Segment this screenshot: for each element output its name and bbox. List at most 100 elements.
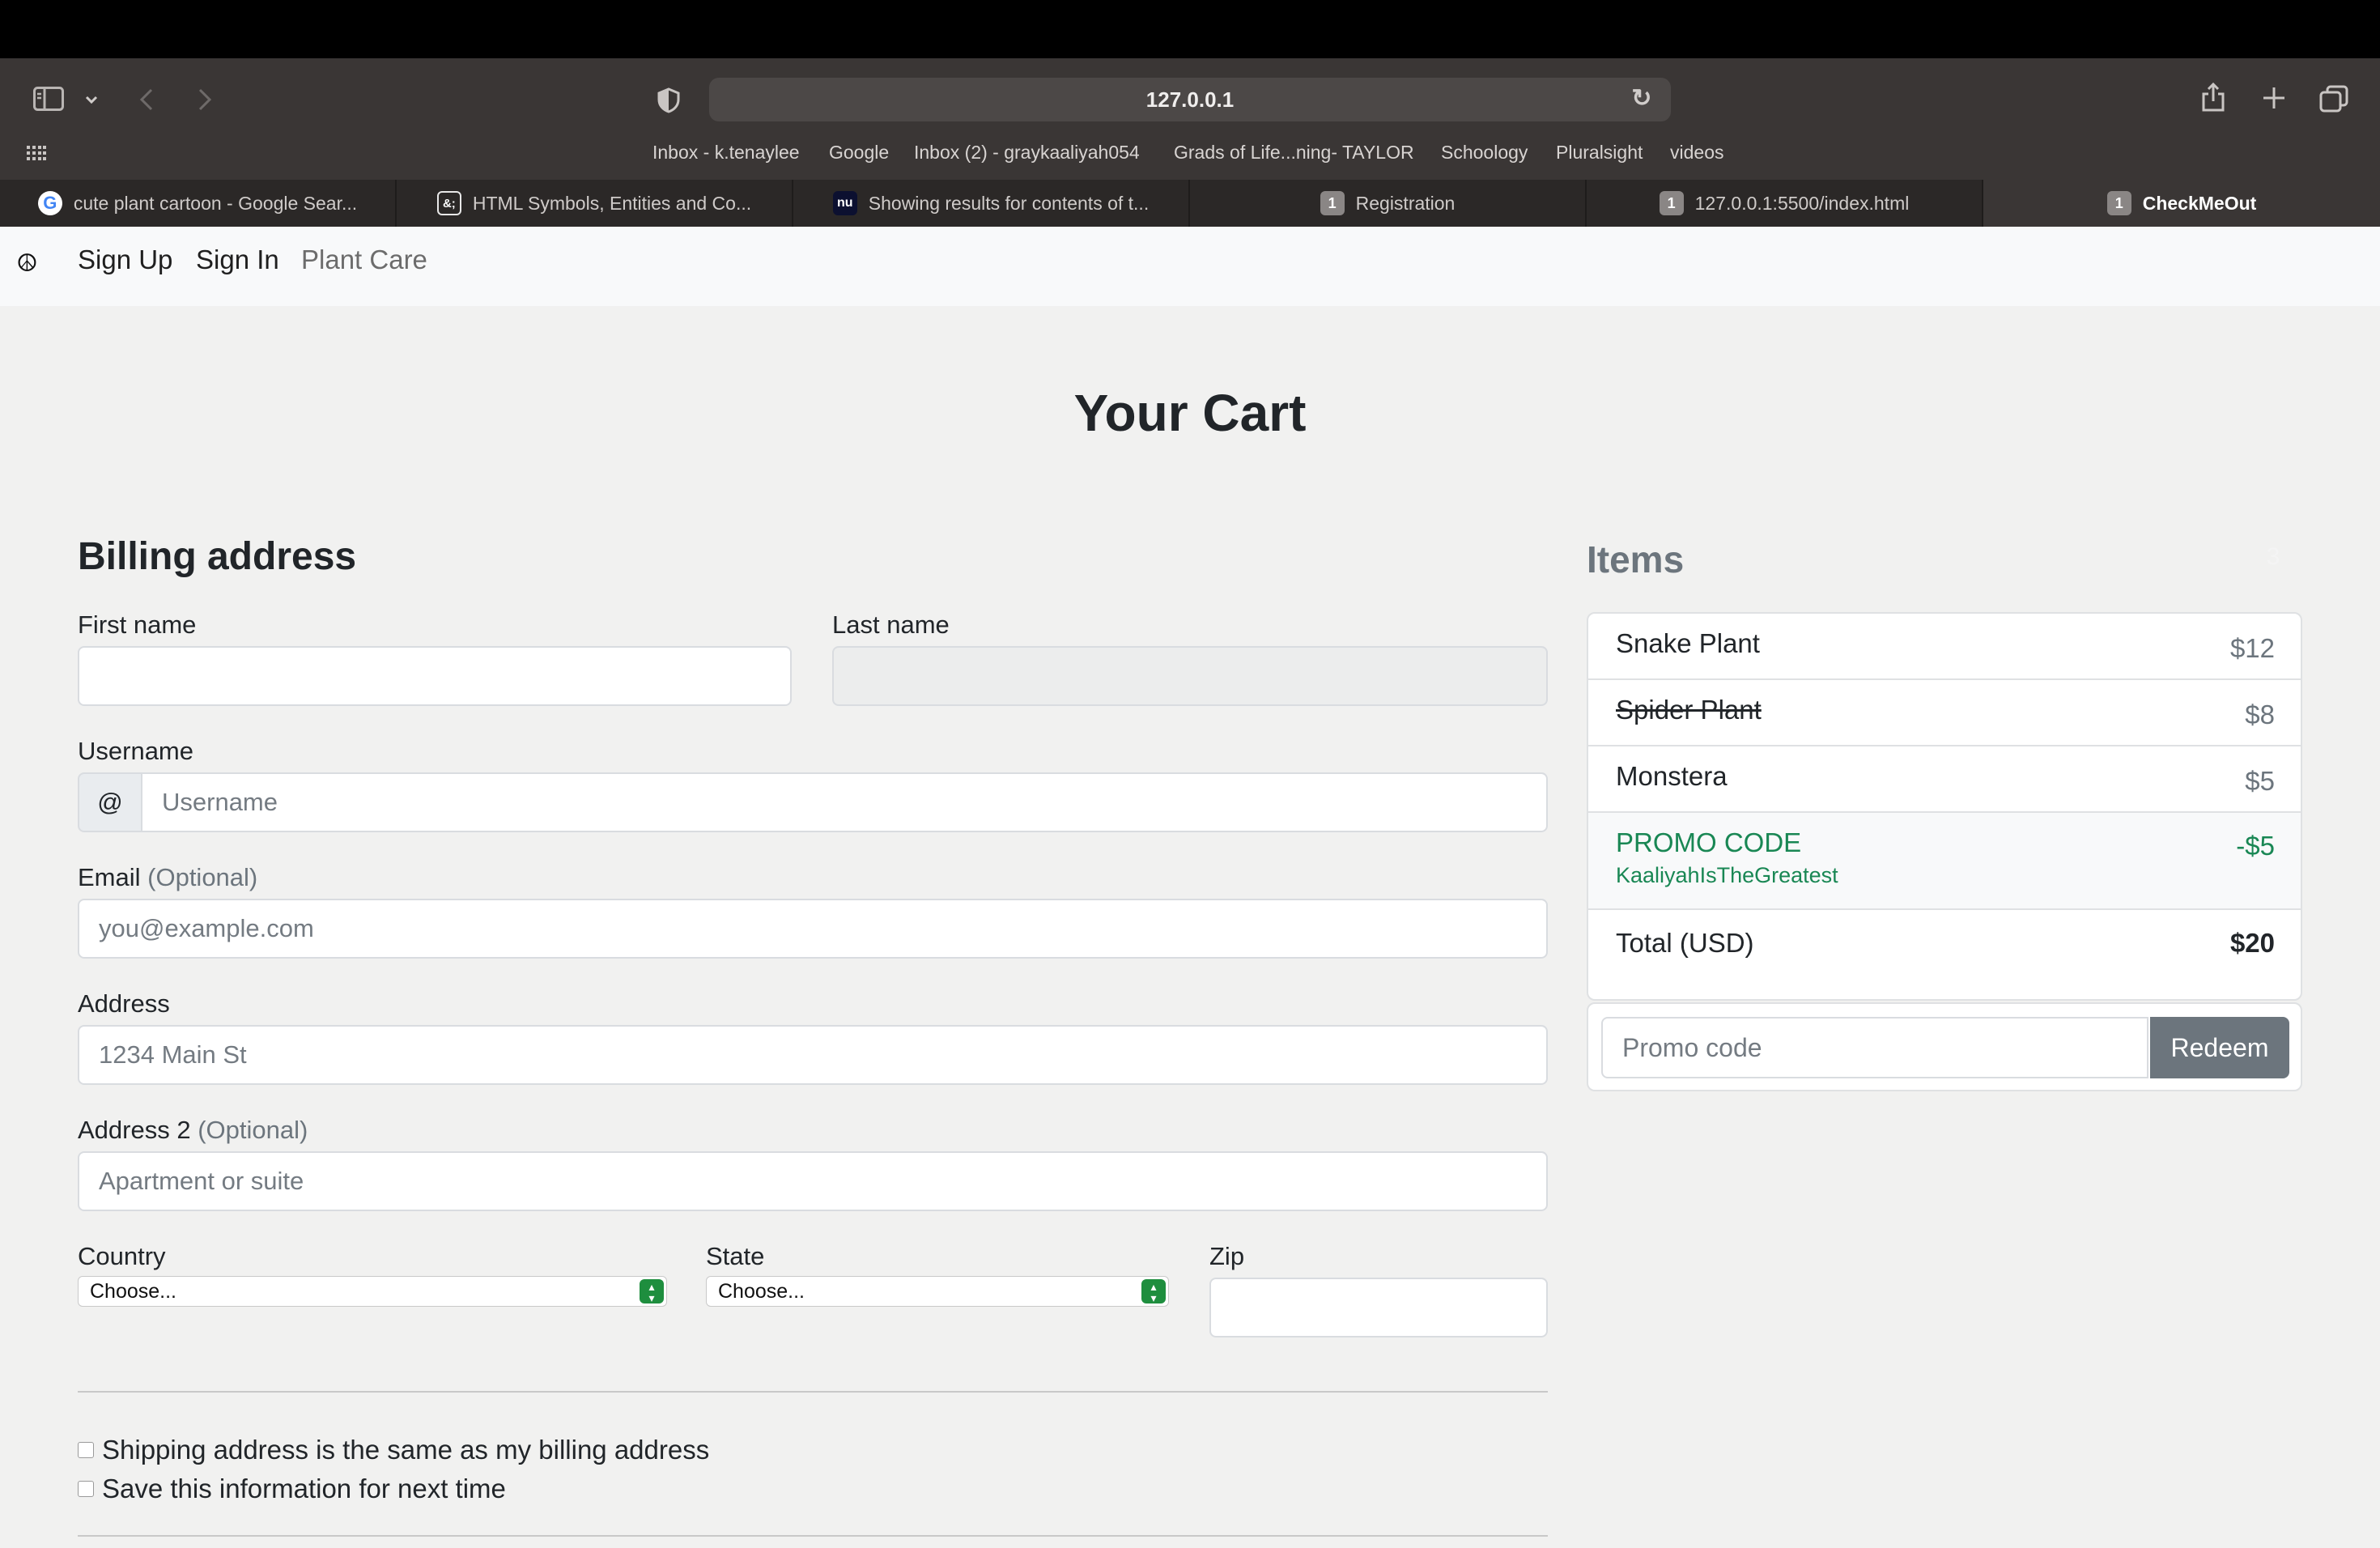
cart-item-name: Spider Plant	[1616, 695, 1762, 725]
address-text: 127.0.0.1	[1145, 87, 1235, 112]
browser-tab-active[interactable]: 1 CheckMeOut	[1983, 180, 2380, 227]
address2-field[interactable]	[78, 1151, 1548, 1211]
last-name-field[interactable]	[832, 646, 1548, 706]
save-info-label: Save this information for next time	[102, 1474, 506, 1503]
share-icon[interactable]	[2200, 81, 2226, 113]
favorite-link[interactable]: videos	[1670, 142, 1723, 164]
chevron-down-icon[interactable]	[83, 91, 100, 108]
nav-sign-in-link[interactable]: Sign In	[196, 245, 279, 275]
cart-promo-row: PROMO CODE KaaliyahIsTheGreatest -$5	[1588, 813, 2301, 910]
address-bar[interactable]: 127.0.0.1 ↻	[709, 78, 1671, 121]
tab-title: CheckMeOut	[2142, 192, 2257, 214]
page-title: Your Cart	[1073, 384, 1307, 442]
save-info-checkbox[interactable]	[78, 1481, 94, 1497]
promo-form: Redeem	[1587, 1002, 2302, 1091]
browser-tab[interactable]: 1 127.0.0.1:5500/index.html	[1587, 180, 1983, 227]
last-name-label: Last name	[832, 610, 950, 639]
divider	[78, 1535, 1548, 1537]
cart-item: Snake Plant $12	[1588, 614, 2301, 680]
reload-icon[interactable]: ↻	[1629, 86, 1655, 112]
country-selected-value: Choose...	[90, 1279, 177, 1303]
first-name-label: First name	[78, 610, 197, 639]
favorites-bar: Inbox - k.tenaylee Google Inbox (2) - gr…	[0, 142, 2380, 169]
browser-tab[interactable]: nu Showing results for contents of t...	[793, 180, 1190, 227]
state-label: State	[706, 1242, 765, 1270]
tab-title: Showing results for contents of t...	[868, 192, 1150, 214]
favorite-link[interactable]: Schoology	[1441, 142, 1528, 164]
username-prefix: @	[78, 772, 142, 832]
favorite-link[interactable]: Pluralsight	[1556, 142, 1643, 164]
total-label: Total (USD)	[1616, 928, 1754, 958]
cart-item-price: $5	[2245, 766, 2275, 796]
tab-bar: G cute plant cartoon - Google Sear... &;…	[0, 180, 2380, 227]
select-stepper-icon: ▴ ▾	[640, 1279, 664, 1303]
sidebar-toggle-icon[interactable]	[32, 84, 65, 113]
address-field[interactable]	[78, 1025, 1548, 1085]
cart-item-name: Monstera	[1616, 761, 1728, 791]
country-label: Country	[78, 1242, 166, 1270]
google-icon: G	[37, 191, 62, 215]
favorite-link[interactable]: Grads of Life...ning- TAYLOR	[1174, 142, 1414, 164]
save-info-checkbox-row[interactable]: Save this information for next time	[78, 1474, 506, 1504]
same-address-label: Shipping address is the same as my billi…	[102, 1435, 710, 1465]
same-address-checkbox-row[interactable]: Shipping address is the same as my billi…	[78, 1435, 709, 1465]
state-select[interactable]: Choose... ▴ ▾	[706, 1276, 1169, 1307]
promo-amount: -$5	[2236, 831, 2275, 861]
address-label: Address	[78, 989, 170, 1018]
username-field[interactable]	[141, 772, 1548, 832]
email-label: Email (Optional)	[78, 863, 257, 892]
new-tab-icon[interactable]	[2260, 84, 2288, 112]
cart-count-badge: 3	[2266, 543, 2280, 570]
same-address-checkbox[interactable]	[78, 1442, 94, 1458]
privacy-shield-icon[interactable]	[656, 86, 682, 115]
forward-icon[interactable]	[193, 86, 217, 113]
menu-bar	[0, 0, 2380, 58]
cart-total-row: Total (USD) $20	[1588, 910, 2301, 976]
first-name-field[interactable]	[78, 646, 792, 706]
total-amount: $20	[2229, 928, 2275, 958]
back-icon[interactable]	[134, 86, 159, 113]
browser-tab[interactable]: 1 Registration	[1190, 180, 1587, 227]
state-selected-value: Choose...	[718, 1279, 805, 1303]
ampersand-icon: &;	[436, 191, 461, 215]
nav-sign-up-link[interactable]: Sign Up	[78, 245, 172, 275]
username-label: Username	[78, 737, 193, 765]
tab-overview-icon[interactable]	[2318, 84, 2349, 113]
nav-plant-care-link[interactable]: Plant Care	[301, 245, 427, 275]
cart-item-price: $8	[2245, 700, 2275, 729]
browser-tab[interactable]: &; HTML Symbols, Entities and Co...	[397, 180, 793, 227]
cart-list: Snake Plant $12 Spider Plant $8 Monstera…	[1587, 612, 2302, 1001]
number-badge-icon: 1	[1320, 191, 1345, 215]
cart-title: Items	[1587, 538, 1685, 580]
tab-title: cute plant cartoon - Google Sear...	[73, 192, 358, 214]
favorite-link[interactable]: Google	[829, 142, 889, 164]
promo-code-input[interactable]	[1601, 1017, 2148, 1078]
email-optional-text: (Optional)	[147, 863, 258, 891]
country-select[interactable]: Choose... ▴ ▾	[78, 1276, 667, 1307]
page-content: ☮ Sign Up Sign In Plant Care Your Cart B…	[0, 227, 2380, 1548]
site-navbar: ☮ Sign Up Sign In Plant Care	[0, 227, 2380, 306]
nu-icon: nu	[832, 191, 857, 215]
peace-icon[interactable]: ☮	[16, 251, 42, 277]
address2-label: Address 2 (Optional)	[78, 1116, 308, 1145]
select-stepper-icon: ▴ ▾	[1141, 1279, 1166, 1303]
billing-title: Billing address	[78, 535, 357, 578]
cart-item-price: $12	[2229, 633, 2275, 663]
favorite-link[interactable]: Inbox (2) - graykaaliyah054	[914, 142, 1140, 164]
cart-item-name: Snake Plant	[1616, 628, 1760, 658]
promo-label: PROMO CODE	[1616, 827, 1802, 857]
address2-optional-text: (Optional)	[198, 1116, 308, 1144]
redeem-button[interactable]: Redeem	[2150, 1017, 2289, 1078]
email-label-text: Email	[78, 863, 141, 891]
email-field[interactable]	[78, 899, 1548, 959]
tab-title: Registration	[1355, 192, 1456, 214]
promo-code-text: KaaliyahIsTheGreatest	[1616, 863, 1838, 887]
browser-tab[interactable]: G cute plant cartoon - Google Sear...	[0, 180, 397, 227]
number-badge-icon: 1	[1659, 191, 1684, 215]
divider	[78, 1391, 1548, 1393]
zip-field[interactable]	[1209, 1278, 1548, 1337]
tab-title: HTML Symbols, Entities and Co...	[472, 192, 752, 214]
address2-label-text: Address 2	[78, 1116, 191, 1144]
cart-item: Monstera $5	[1588, 746, 2301, 813]
favorite-link[interactable]: Inbox - k.tenaylee	[652, 142, 800, 164]
